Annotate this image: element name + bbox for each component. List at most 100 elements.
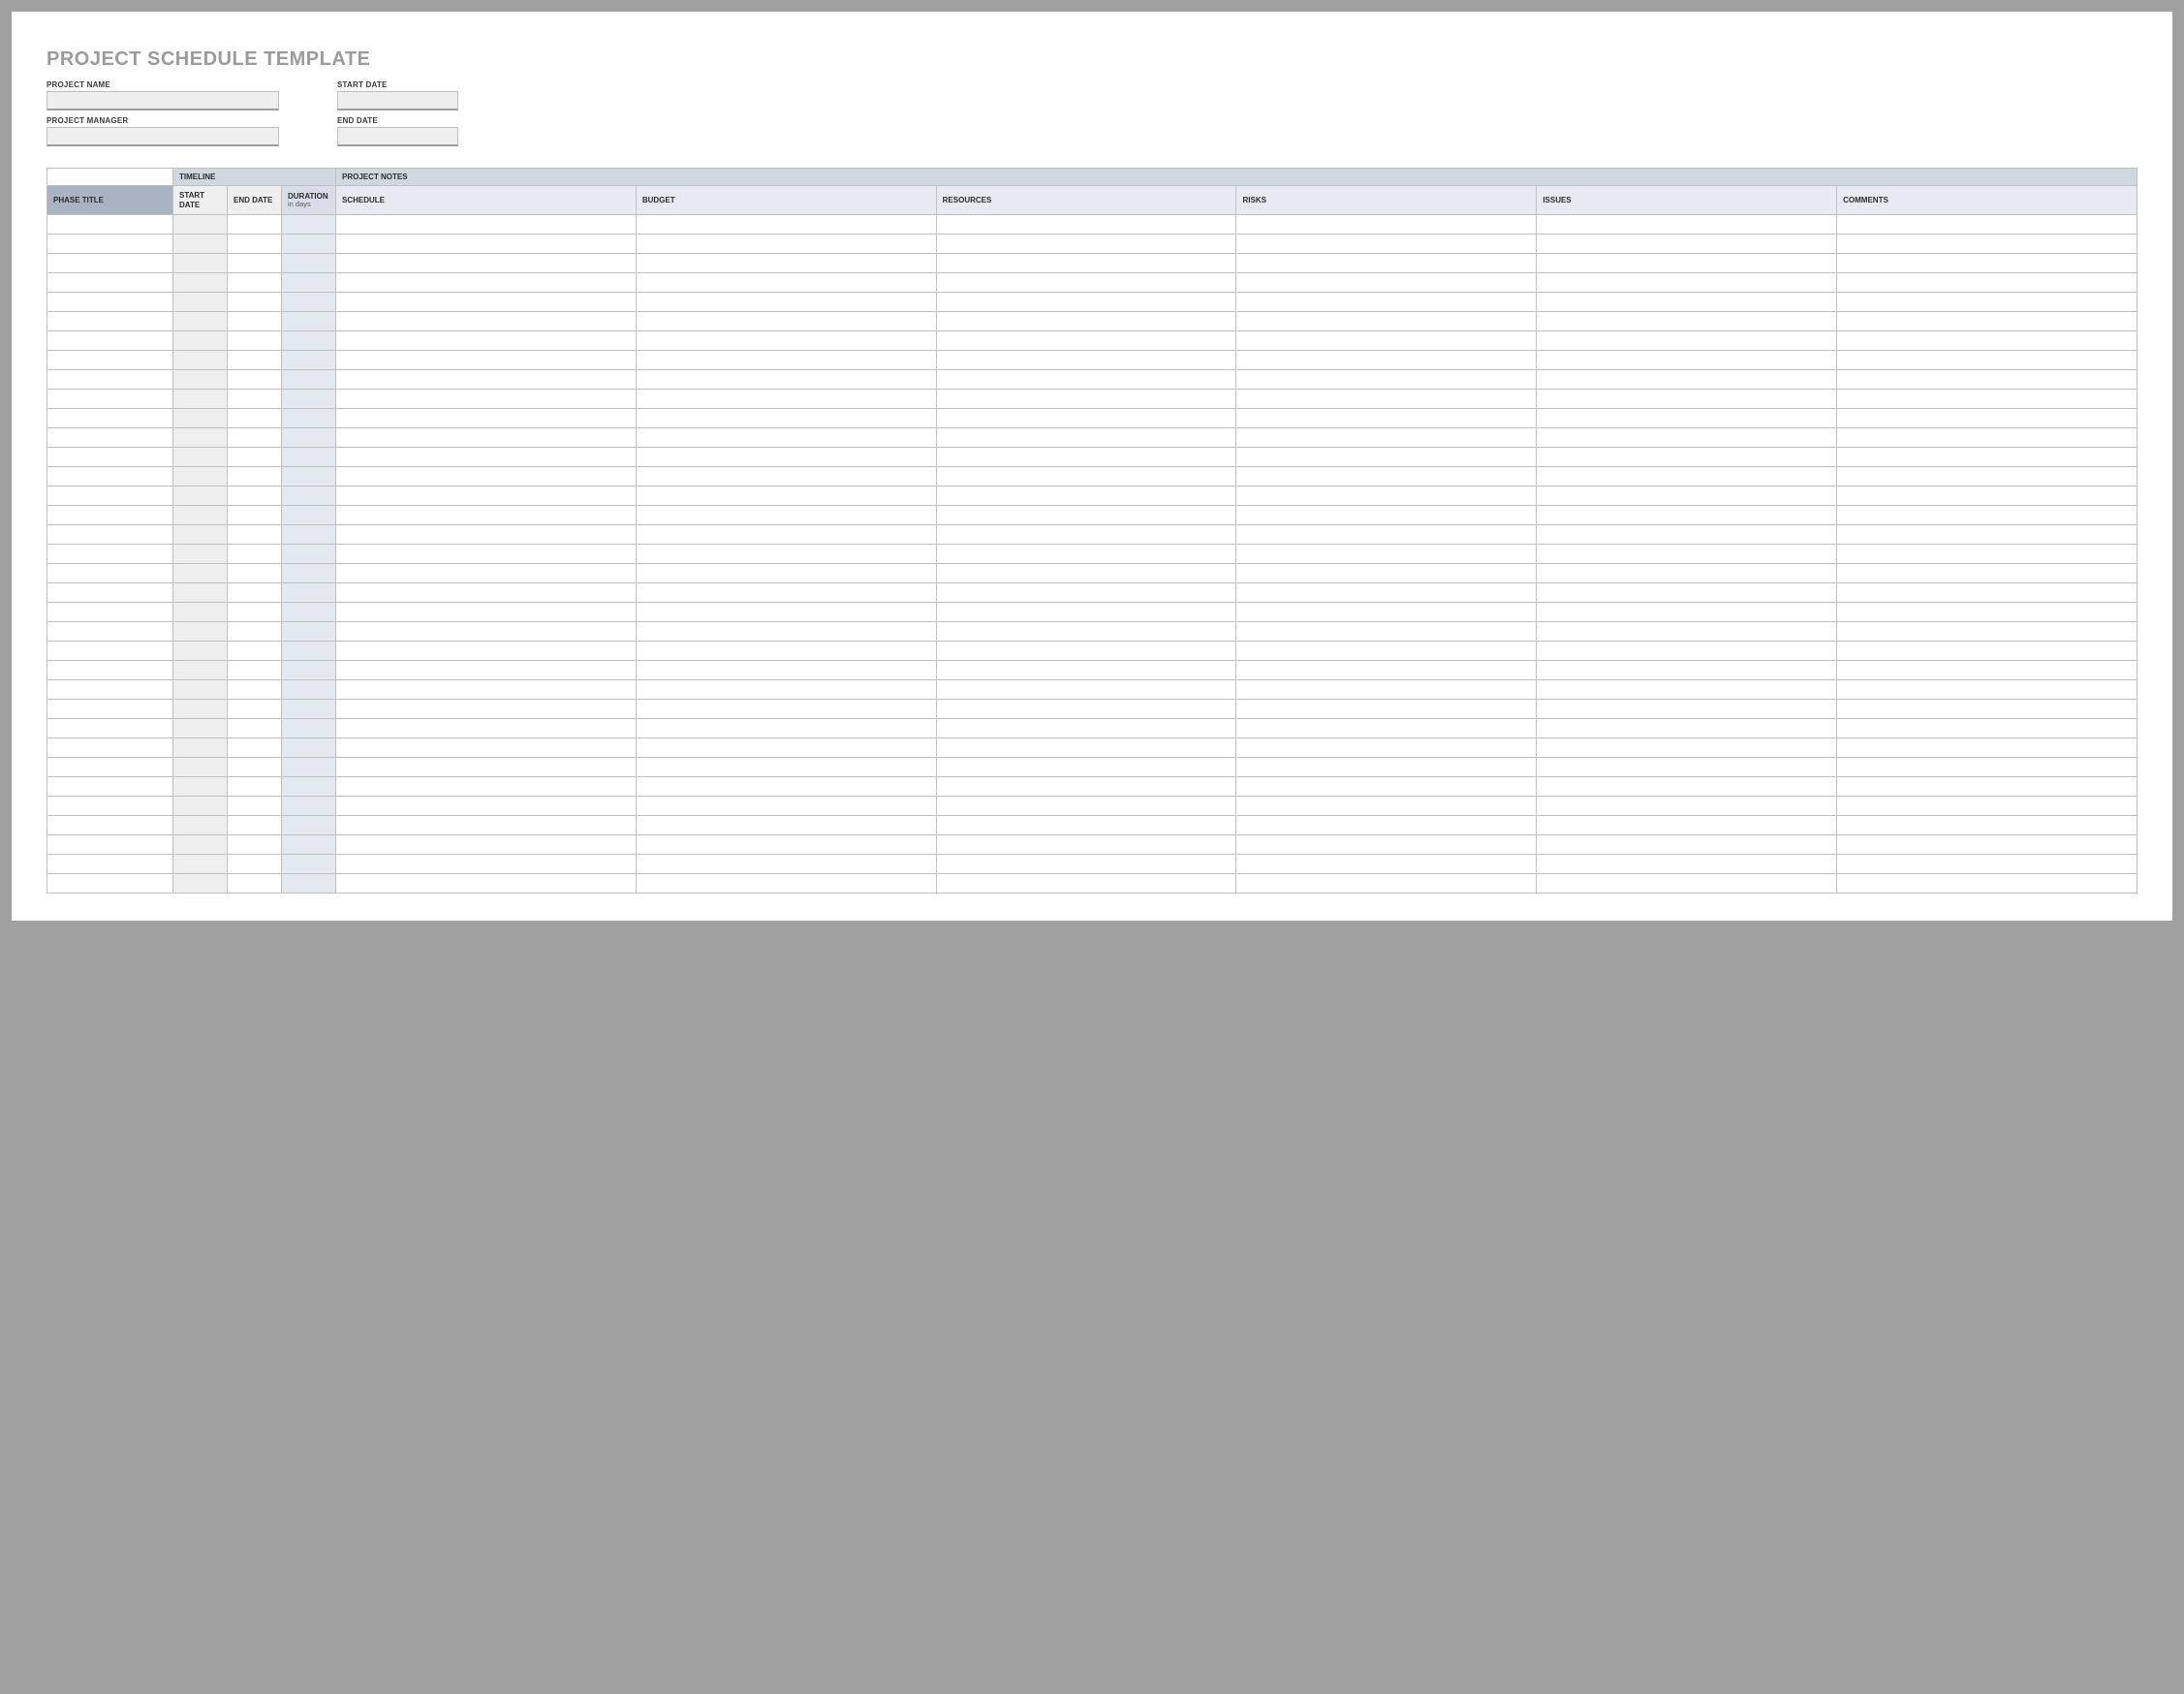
cell-end-date[interactable]: [228, 622, 282, 642]
cell-budget[interactable]: [636, 370, 936, 390]
cell-budget[interactable]: [636, 855, 936, 874]
cell-budget[interactable]: [636, 583, 936, 603]
cell-start-date[interactable]: [173, 486, 228, 506]
cell-risks[interactable]: [1236, 545, 1537, 564]
cell-schedule[interactable]: [336, 738, 637, 758]
cell-resources[interactable]: [936, 835, 1236, 855]
cell-start-date[interactable]: [173, 525, 228, 545]
cell-risks[interactable]: [1236, 293, 1537, 312]
cell-schedule[interactable]: [336, 564, 637, 583]
cell-end-date[interactable]: [228, 642, 282, 661]
cell-start-date[interactable]: [173, 719, 228, 738]
cell-resources[interactable]: [936, 370, 1236, 390]
cell-start-date[interactable]: [173, 390, 228, 409]
cell-issues[interactable]: [1537, 409, 1837, 428]
cell-phase[interactable]: [47, 816, 173, 835]
cell-start-date[interactable]: [173, 855, 228, 874]
cell-risks[interactable]: [1236, 603, 1537, 622]
cell-issues[interactable]: [1537, 215, 1837, 235]
cell-resources[interactable]: [936, 622, 1236, 642]
cell-phase[interactable]: [47, 583, 173, 603]
cell-risks[interactable]: [1236, 564, 1537, 583]
cell-schedule[interactable]: [336, 428, 637, 448]
cell-duration[interactable]: [282, 525, 336, 545]
cell-phase[interactable]: [47, 486, 173, 506]
cell-issues[interactable]: [1537, 719, 1837, 738]
cell-start-date[interactable]: [173, 797, 228, 816]
cell-budget[interactable]: [636, 506, 936, 525]
cell-issues[interactable]: [1537, 700, 1837, 719]
cell-schedule[interactable]: [336, 390, 637, 409]
cell-end-date[interactable]: [228, 370, 282, 390]
cell-comments[interactable]: [1837, 661, 2137, 680]
cell-resources[interactable]: [936, 583, 1236, 603]
cell-comments[interactable]: [1837, 428, 2137, 448]
cell-budget[interactable]: [636, 409, 936, 428]
cell-budget[interactable]: [636, 428, 936, 448]
cell-issues[interactable]: [1537, 855, 1837, 874]
cell-budget[interactable]: [636, 525, 936, 545]
cell-issues[interactable]: [1537, 370, 1837, 390]
cell-resources[interactable]: [936, 273, 1236, 293]
cell-budget[interactable]: [636, 816, 936, 835]
cell-duration[interactable]: [282, 370, 336, 390]
cell-resources[interactable]: [936, 816, 1236, 835]
cell-phase[interactable]: [47, 835, 173, 855]
cell-issues[interactable]: [1537, 448, 1837, 467]
cell-schedule[interactable]: [336, 797, 637, 816]
cell-schedule[interactable]: [336, 758, 637, 777]
cell-phase[interactable]: [47, 312, 173, 331]
cell-schedule[interactable]: [336, 816, 637, 835]
cell-duration[interactable]: [282, 215, 336, 235]
cell-comments[interactable]: [1837, 351, 2137, 370]
cell-budget[interactable]: [636, 545, 936, 564]
cell-schedule[interactable]: [336, 312, 637, 331]
cell-comments[interactable]: [1837, 583, 2137, 603]
cell-duration[interactable]: [282, 642, 336, 661]
cell-issues[interactable]: [1537, 467, 1837, 486]
cell-end-date[interactable]: [228, 448, 282, 467]
cell-start-date[interactable]: [173, 506, 228, 525]
cell-comments[interactable]: [1837, 486, 2137, 506]
cell-risks[interactable]: [1236, 797, 1537, 816]
cell-start-date[interactable]: [173, 835, 228, 855]
cell-phase[interactable]: [47, 738, 173, 758]
cell-start-date[interactable]: [173, 642, 228, 661]
cell-risks[interactable]: [1236, 254, 1537, 273]
cell-budget[interactable]: [636, 215, 936, 235]
cell-duration[interactable]: [282, 235, 336, 254]
cell-phase[interactable]: [47, 661, 173, 680]
cell-comments[interactable]: [1837, 700, 2137, 719]
cell-comments[interactable]: [1837, 545, 2137, 564]
cell-budget[interactable]: [636, 448, 936, 467]
cell-duration[interactable]: [282, 293, 336, 312]
cell-comments[interactable]: [1837, 816, 2137, 835]
cell-end-date[interactable]: [228, 874, 282, 894]
cell-comments[interactable]: [1837, 855, 2137, 874]
cell-schedule[interactable]: [336, 661, 637, 680]
cell-risks[interactable]: [1236, 448, 1537, 467]
cell-phase[interactable]: [47, 273, 173, 293]
cell-end-date[interactable]: [228, 525, 282, 545]
cell-start-date[interactable]: [173, 700, 228, 719]
cell-schedule[interactable]: [336, 777, 637, 797]
cell-duration[interactable]: [282, 390, 336, 409]
cell-risks[interactable]: [1236, 428, 1537, 448]
cell-end-date[interactable]: [228, 351, 282, 370]
cell-start-date[interactable]: [173, 583, 228, 603]
cell-end-date[interactable]: [228, 603, 282, 622]
cell-risks[interactable]: [1236, 855, 1537, 874]
cell-phase[interactable]: [47, 700, 173, 719]
cell-start-date[interactable]: [173, 273, 228, 293]
cell-comments[interactable]: [1837, 835, 2137, 855]
cell-risks[interactable]: [1236, 874, 1537, 894]
cell-risks[interactable]: [1236, 351, 1537, 370]
cell-start-date[interactable]: [173, 409, 228, 428]
cell-budget[interactable]: [636, 719, 936, 738]
project-name-input[interactable]: [47, 91, 279, 110]
cell-risks[interactable]: [1236, 273, 1537, 293]
cell-start-date[interactable]: [173, 564, 228, 583]
cell-comments[interactable]: [1837, 235, 2137, 254]
cell-duration[interactable]: [282, 622, 336, 642]
cell-issues[interactable]: [1537, 273, 1837, 293]
